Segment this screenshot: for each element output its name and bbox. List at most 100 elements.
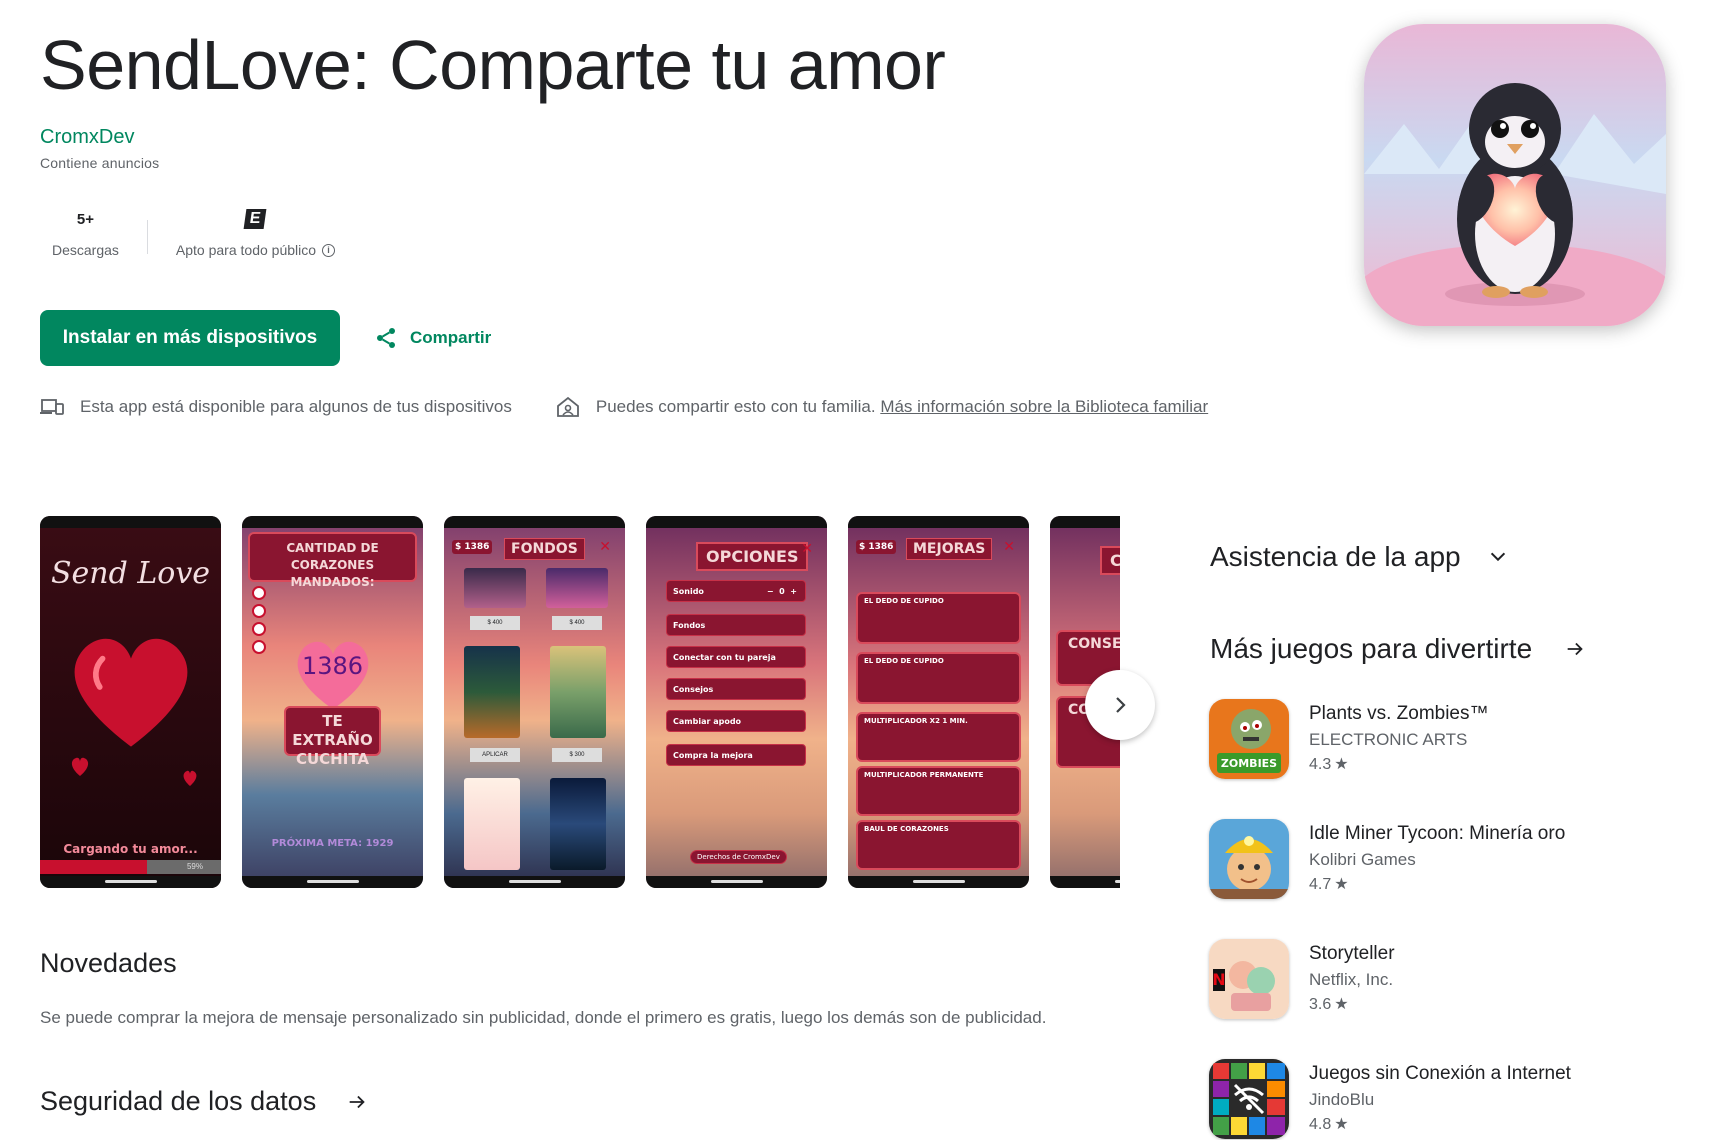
screenshot-3[interactable]: $ 1386 FONDOS ✕ $ 400 $ 400 APLICAR $ 30… <box>444 516 625 888</box>
storyteller-icon: N <box>1209 939 1289 1019</box>
family-library-link[interactable]: Más información sobre la Biblioteca fami… <box>880 397 1208 416</box>
svg-text:N: N <box>1212 970 1225 989</box>
loading-percent: 59% <box>186 862 203 871</box>
carousel-next-button[interactable] <box>1085 670 1155 740</box>
custom-message: TE EXTRAÑO CUCHITA <box>292 712 373 768</box>
ads-notice: Contiene anuncios <box>40 155 160 171</box>
backgrounds-title: FONDOS <box>504 538 585 560</box>
upgrade-card[interactable]: EL DEDO DE CUPIDO <box>856 592 1021 644</box>
game-item[interactable]: ZOMBIES Plants vs. Zombies™ ELECTRONIC A… <box>1209 699 1649 783</box>
family-text: Puedes compartir esto con tu familia. <box>595 397 876 416</box>
close-icon[interactable]: ✕ <box>1003 538 1015 555</box>
idle-miner-icon <box>1209 819 1289 899</box>
data-safety-title[interactable]: Seguridad de los datos <box>40 1086 368 1117</box>
share-icon <box>377 328 395 348</box>
game-developer: Netflix, Inc. <box>1309 970 1394 989</box>
screenshot-1[interactable]: Send Love Cargando tu amor... 59% <box>40 516 221 888</box>
screenshot-5[interactable]: $ 1386 MEJORAS ✕ EL DEDO DE CUPIDO EL DE… <box>848 516 1029 888</box>
family-library-icon <box>556 396 579 417</box>
money-badge: $ 1386 <box>452 540 493 554</box>
availability-notices: Esta app está disponible para algunos de… <box>40 396 1208 418</box>
upgrade-card[interactable]: EL DEDO DE CUPIDO <box>856 652 1021 704</box>
menu-item-buy-upgrade[interactable]: Compra la mejora <box>666 744 806 766</box>
loading-text: Cargando tu amor... <box>63 842 198 856</box>
svg-text:ZOMBIES: ZOMBIES <box>1221 757 1277 770</box>
content-rating-label: Apto para todo público <box>175 242 317 258</box>
screenshot-2[interactable]: CANTIDAD DE CORAZONES MANDADOS: 1386 TE … <box>242 516 423 888</box>
game-rating: 4.8 ★ <box>1309 1113 1571 1137</box>
apply-button[interactable]: APLICAR <box>470 748 520 762</box>
offline-games-icon <box>1209 1059 1289 1139</box>
arrow-right-icon <box>1567 642 1583 656</box>
share-button[interactable]: Compartir <box>370 318 495 358</box>
close-icon[interactable]: ✕ <box>599 538 611 555</box>
menu-item-tips[interactable]: Consejos <box>666 678 806 700</box>
screenshot-4[interactable]: OPCIONES ✕ Sonido − 0 + Fondos Conectar … <box>646 516 827 888</box>
game-name: Plants vs. Zombies™ <box>1309 703 1489 724</box>
game-name: Juegos sin Conexión a Internet <box>1309 1063 1571 1084</box>
price-label-3: $ 300 <box>552 748 602 762</box>
devices-text: Esta app está disponible para algunos de… <box>80 397 512 416</box>
game-item[interactable]: Juegos sin Conexión a Internet JindoBlu … <box>1209 1059 1649 1140</box>
close-icon[interactable]: ✕ <box>801 540 813 557</box>
game-developer: JindoBlu <box>1309 1090 1375 1109</box>
chevron-right-icon <box>1116 697 1126 713</box>
downloads-label: Descargas <box>52 242 119 258</box>
game-item[interactable]: Idle Miner Tycoon: Minería oro Kolibri G… <box>1209 819 1649 903</box>
whats-new-title: Novedades <box>40 948 177 978</box>
menu-item-connect-partner[interactable]: Conectar con tu pareja <box>666 646 806 668</box>
heart-graphic <box>74 638 188 747</box>
family-notice: Puedes compartir esto con tu familia. Má… <box>556 396 1208 418</box>
star-icon: ★ <box>1334 756 1349 773</box>
hearts-sent-header: CANTIDAD DE CORAZONES MANDADOS: <box>286 541 379 589</box>
price-label-1: $ 400 <box>470 616 520 630</box>
content-rating-e-icon: E <box>244 209 267 229</box>
developer-link[interactable]: CromxDev <box>40 126 134 149</box>
price-label-2: $ 400 <box>552 616 602 630</box>
arrow-right-icon <box>349 1095 365 1108</box>
game-developer: Kolibri Games <box>1309 850 1416 869</box>
game-name: Storyteller <box>1309 943 1395 964</box>
app-stats: 5+ Descargas E Apto para todo público i <box>40 208 347 258</box>
plants-vs-zombies-icon: ZOMBIES <box>1209 699 1289 779</box>
devices-notice: Esta app está disponible para algunos de… <box>40 397 512 417</box>
game-developer: ELECTRONIC ARTS <box>1309 730 1468 749</box>
upgrade-card[interactable]: MULTIPLICADOR PERMANENTE <box>856 766 1021 816</box>
downloads-value: 5+ <box>76 210 95 228</box>
copyright-footer: Derechos de CromxDev <box>690 850 787 864</box>
splash-title: Send Love <box>50 556 211 591</box>
whats-new-text: Se puede comprar la mejora de mensaje pe… <box>40 1008 1047 1027</box>
content-rating-stat[interactable]: E Apto para todo público i <box>164 208 347 258</box>
stat-divider <box>146 220 148 254</box>
small-hearts <box>71 757 197 786</box>
install-button[interactable]: Instalar en más dispositivos <box>40 310 340 366</box>
side-icons <box>252 586 266 654</box>
screenshot-carousel[interactable]: Send Love Cargando tu amor... 59% CANTID… <box>40 516 1120 888</box>
loading-progress-bar <box>40 860 147 874</box>
game-name: Idle Miner Tycoon: Minería oro <box>1309 823 1566 844</box>
upgrade-card[interactable]: MULTIPLICADOR X2 1 MIN. <box>856 712 1021 762</box>
money-badge: $ 1386 <box>856 540 897 554</box>
game-item[interactable]: N Storyteller Netflix, Inc. 3.6 ★ <box>1209 939 1649 1023</box>
game-rating: 4.3 ★ <box>1309 753 1489 777</box>
downloads-stat: 5+ Descargas <box>40 208 131 259</box>
app-icon <box>1364 24 1666 326</box>
star-icon: ★ <box>1334 876 1349 893</box>
app-support-toggle[interactable]: Asistencia de la app <box>1210 541 1509 573</box>
next-goal: PRÓXIMA META: 1929 <box>271 838 394 849</box>
app-title: SendLove: Comparte tu amor <box>40 26 946 104</box>
menu-item-change-nickname[interactable]: Cambiar apodo <box>666 710 806 732</box>
star-icon: ★ <box>1334 996 1349 1013</box>
more-games-title[interactable]: Más juegos para divertirte <box>1210 633 1586 665</box>
star-icon: ★ <box>1334 1116 1349 1133</box>
screen-title: CO <box>1100 546 1120 575</box>
menu-item-backgrounds[interactable]: Fondos <box>666 614 806 636</box>
game-rating: 4.7 ★ <box>1309 873 1565 897</box>
menu-item-sound[interactable]: Sonido − 0 + <box>666 580 806 602</box>
upgrades-title: MEJORAS <box>906 538 993 560</box>
chevron-down-icon <box>1490 552 1505 562</box>
devices-icon <box>40 399 64 415</box>
info-icon[interactable]: i <box>322 243 336 257</box>
upgrade-card[interactable]: BAUL DE CORAZONES <box>856 820 1021 870</box>
share-label: Compartir <box>410 328 492 347</box>
